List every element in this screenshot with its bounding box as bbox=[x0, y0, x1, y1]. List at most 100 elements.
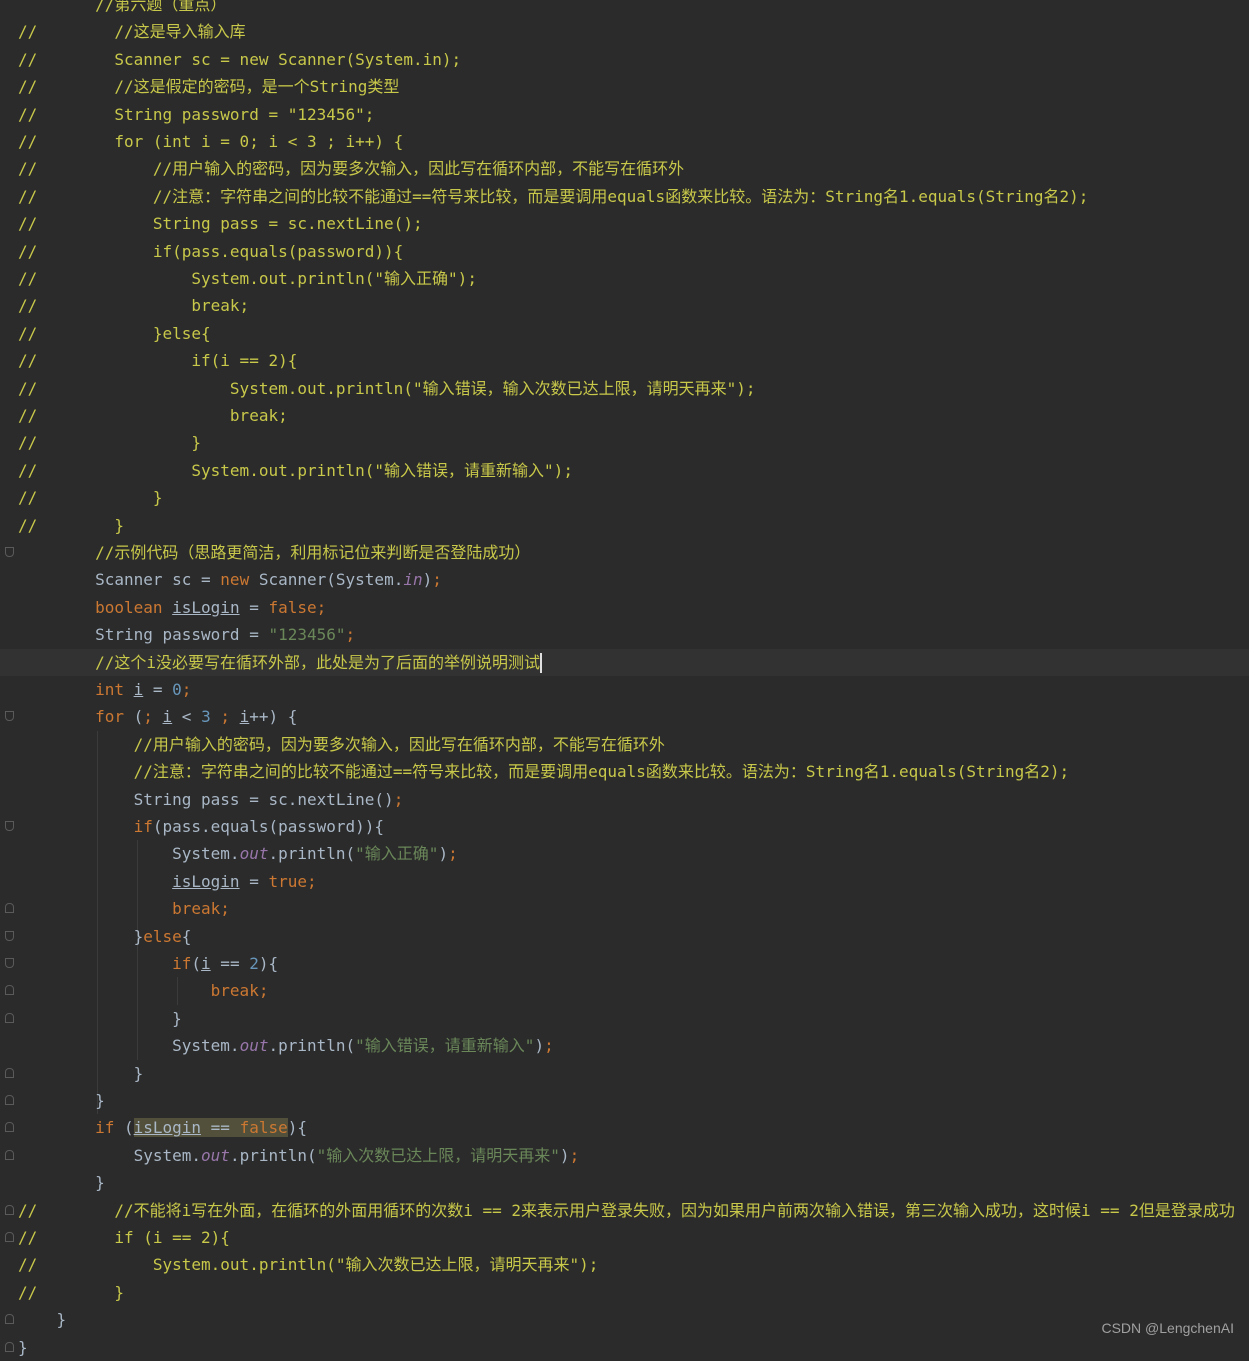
code-line[interactable]: //第六题（重点） bbox=[0, 0, 1249, 18]
code-line[interactable]: // //这是导入输入库 bbox=[0, 18, 1249, 45]
fold-marker-icon[interactable] bbox=[5, 1204, 14, 1215]
code-line[interactable]: // } bbox=[0, 1279, 1249, 1306]
code-line[interactable]: // System.out.println("输入错误，输入次数已达上限，请明天… bbox=[0, 375, 1249, 402]
code-line[interactable]: //用户输入的密码，因为要多次输入，因此写在循环内部，不能写在循环外 bbox=[0, 730, 1249, 759]
code-line[interactable]: } bbox=[0, 1169, 1249, 1196]
code-line[interactable]: //示例代码（思路更简洁，利用标记位来判断是否登陆成功） bbox=[0, 539, 1249, 566]
code-text: break; bbox=[18, 895, 230, 922]
code-line[interactable]: } bbox=[0, 1087, 1249, 1115]
code-line[interactable]: String pass = sc.nextLine(); bbox=[0, 785, 1249, 813]
code-line[interactable]: System.out.println("输入错误，请重新输入"); bbox=[0, 1032, 1249, 1060]
code-token: { bbox=[181, 926, 192, 946]
code-token: in bbox=[403, 570, 423, 590]
code-line[interactable]: // System.out.println("输入次数已达上限，请明天再来"); bbox=[0, 1251, 1249, 1278]
code-line[interactable]: String password = "123456"; bbox=[0, 621, 1249, 648]
fold-marker-icon[interactable] bbox=[5, 821, 14, 831]
code-line[interactable]: for (; i < 3 ; i++) { bbox=[0, 703, 1249, 730]
code-line[interactable]: System.out.println("输入正确"); bbox=[0, 840, 1249, 868]
code-line[interactable]: } bbox=[0, 1059, 1249, 1087]
code-text: // for (int i = 0; i < 3 ; i++) { bbox=[18, 128, 403, 155]
code-text: // System.out.println("输入正确"); bbox=[18, 265, 477, 292]
code-text: isLogin = true; bbox=[18, 868, 317, 895]
code-token: ; bbox=[345, 625, 356, 645]
code-token: // for (int i = 0; i < 3 ; i++) { bbox=[18, 132, 404, 151]
code-line[interactable]: // } bbox=[0, 429, 1249, 456]
code-line[interactable]: // //注意：字符串之间的比较不能通过==符号来比较，而是要调用equals函… bbox=[0, 183, 1249, 210]
code-text: // System.out.println("输入错误，输入次数已达上限，请明天… bbox=[18, 375, 755, 402]
code-line[interactable]: //这个i没必要写在循环外部，此处是为了后面的举例说明测试 bbox=[0, 648, 1249, 676]
code-line[interactable]: // for (int i = 0; i < 3 ; i++) { bbox=[0, 128, 1249, 155]
code-line[interactable]: break; bbox=[0, 977, 1249, 1005]
code-line[interactable]: // String pass = sc.nextLine(); bbox=[0, 210, 1249, 237]
code-token: //这个i没必要写在循环外部，此处是为了后面的举例说明测试 bbox=[95, 652, 540, 672]
code-line[interactable]: // if (i == 2){ bbox=[0, 1224, 1249, 1251]
code-editor[interactable]: //第六题（重点） // //这是导入输入库 // Scanner sc = new… bbox=[0, 0, 1249, 1357]
code-line[interactable]: boolean isLogin = false; bbox=[0, 594, 1249, 621]
code-line[interactable]: if (isLogin == false){ bbox=[0, 1114, 1249, 1141]
code-line[interactable]: // //不能将i写在外面，在循环的外面用循环的次数i == 2来表示用户登录失… bbox=[0, 1197, 1249, 1224]
code-line[interactable]: // System.out.println("输入错误，请重新输入"); bbox=[0, 457, 1249, 484]
code-line[interactable]: break; bbox=[0, 895, 1249, 923]
code-text: //用户输入的密码，因为要多次输入，因此写在循环内部，不能写在循环外 bbox=[18, 731, 665, 758]
fold-marker-icon[interactable] bbox=[5, 1122, 14, 1133]
code-token: String pass = sc.nextLine() bbox=[18, 789, 394, 809]
code-text: System.out.println("输入错误，请重新输入"); bbox=[18, 1032, 554, 1059]
code-line[interactable]: isLogin = true; bbox=[0, 867, 1249, 896]
code-token: // if (i == 2){ bbox=[18, 1228, 230, 1247]
code-line[interactable]: if(pass.equals(password)){ bbox=[0, 813, 1249, 841]
code-line[interactable]: // break; bbox=[0, 402, 1249, 429]
code-line[interactable]: // } bbox=[0, 512, 1249, 539]
code-line[interactable]: // if(i == 2){ bbox=[0, 347, 1249, 374]
fold-marker-icon[interactable] bbox=[5, 1314, 14, 1325]
fold-marker-icon[interactable] bbox=[5, 903, 14, 914]
code-line[interactable]: // }else{ bbox=[0, 320, 1249, 347]
code-line[interactable]: // if(pass.equals(password)){ bbox=[0, 238, 1249, 265]
code-line[interactable]: } bbox=[0, 1004, 1249, 1033]
code-line[interactable]: } bbox=[0, 1334, 1249, 1361]
code-token: break; bbox=[210, 981, 269, 1001]
fold-marker-icon[interactable] bbox=[5, 1012, 14, 1023]
code-line[interactable]: int i = 0; bbox=[0, 676, 1249, 703]
fold-marker-icon[interactable] bbox=[5, 985, 14, 996]
code-line[interactable]: if(i == 2){ bbox=[0, 950, 1249, 978]
fold-marker-icon[interactable] bbox=[5, 958, 14, 968]
code-token: ( bbox=[191, 954, 202, 973]
code-token: ; bbox=[544, 1036, 554, 1056]
code-line[interactable]: // } bbox=[0, 484, 1249, 511]
code-line[interactable]: System.out.println("输入次数已达上限，请明天再来"); bbox=[0, 1142, 1249, 1169]
fold-marker-icon[interactable] bbox=[5, 1149, 14, 1160]
code-line[interactable]: }else{ bbox=[0, 922, 1249, 950]
code-line[interactable]: // break; bbox=[0, 292, 1249, 319]
code-line[interactable]: } bbox=[0, 1306, 1249, 1333]
code-token: else bbox=[143, 926, 182, 946]
code-text: Scanner sc = new Scanner(System.in); bbox=[18, 566, 442, 593]
code-line[interactable]: // //这是假定的密码，是一个String类型 bbox=[0, 73, 1249, 100]
fold-marker-icon[interactable] bbox=[5, 547, 14, 557]
fold-marker-icon[interactable] bbox=[5, 711, 14, 722]
code-line[interactable]: //注意：字符串之间的比较不能通过==符号来比较，而是要调用equals函数来比… bbox=[0, 758, 1249, 786]
code-line[interactable]: // String password = "123456"; bbox=[0, 101, 1249, 128]
fold-marker-icon[interactable] bbox=[5, 1232, 14, 1242]
code-token: ) bbox=[559, 1145, 570, 1165]
code-line[interactable]: Scanner sc = new Scanner(System.in); bbox=[0, 566, 1249, 593]
code-token: } bbox=[18, 1008, 182, 1028]
code-line[interactable]: // Scanner sc = new Scanner(System.in); bbox=[0, 46, 1249, 73]
code-token: = bbox=[239, 597, 269, 617]
code-line[interactable]: // //用户输入的密码，因为要多次输入，因此写在循环内部，不能写在循环外 bbox=[0, 155, 1249, 182]
fold-marker-icon[interactable] bbox=[5, 930, 14, 941]
fold-marker-icon[interactable] bbox=[5, 1095, 14, 1105]
code-token: // if(pass.equals(password)){ bbox=[18, 241, 404, 261]
code-text: } bbox=[18, 1060, 144, 1087]
fold-marker-icon[interactable] bbox=[5, 1067, 14, 1078]
code-line[interactable]: // System.out.println("输入正确"); bbox=[0, 265, 1249, 292]
code-token: .println( bbox=[268, 1036, 356, 1056]
code-text: } bbox=[18, 1334, 28, 1361]
